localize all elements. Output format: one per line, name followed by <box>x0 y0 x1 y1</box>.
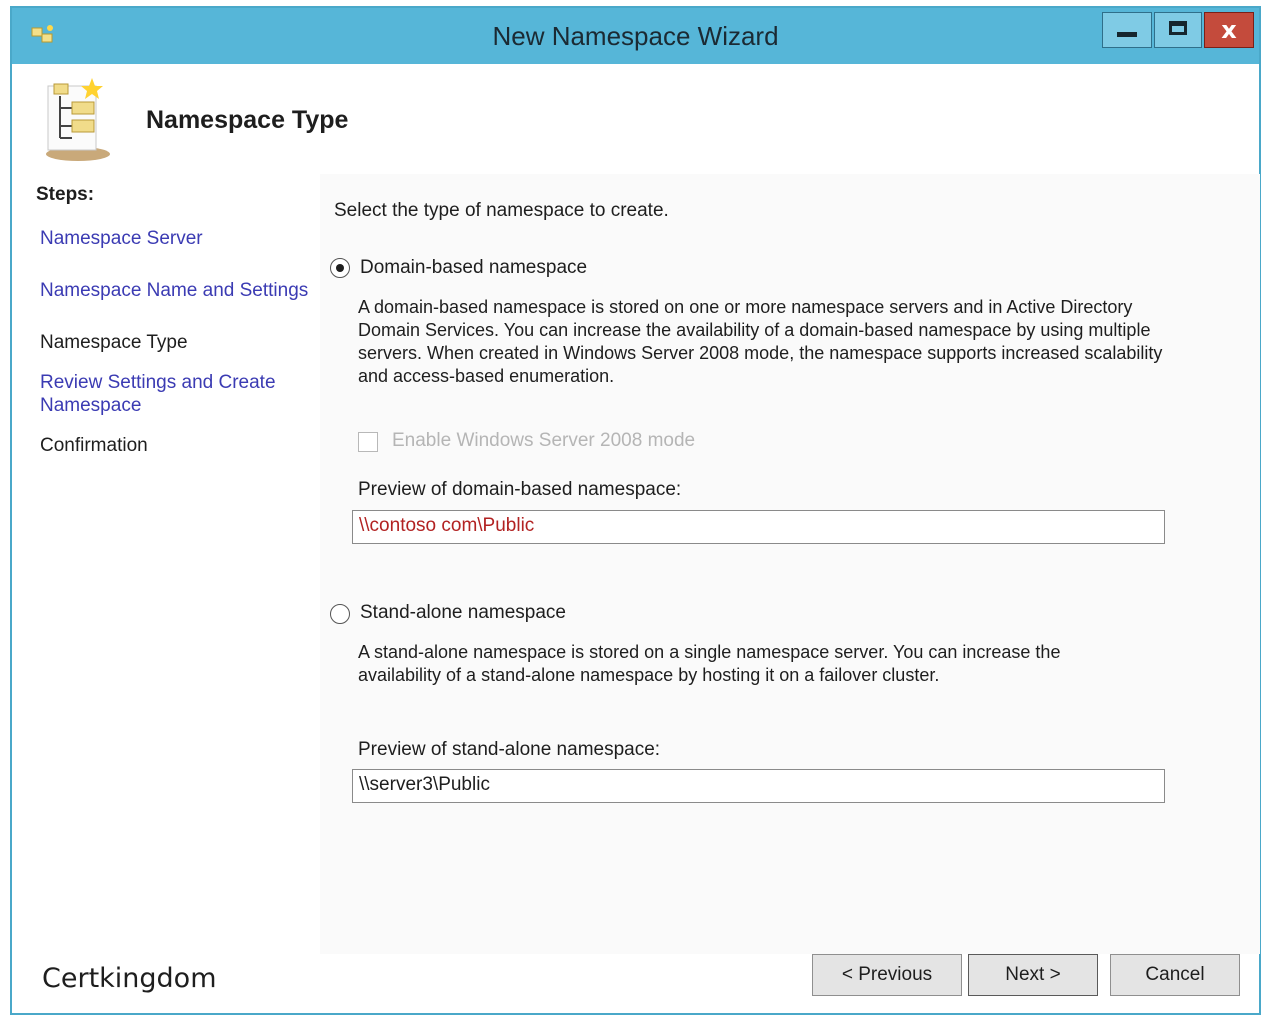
minimize-icon <box>1117 32 1137 37</box>
namespace-tree-icon <box>46 78 110 161</box>
enable-2008-mode-checkbox[interactable] <box>358 432 378 452</box>
cancel-button[interactable]: Cancel <box>1110 954 1240 996</box>
step-namespace-type: Namespace Type <box>40 332 188 353</box>
close-button[interactable]: x <box>1204 12 1254 48</box>
title-bar[interactable]: New Namespace Wizard x <box>12 8 1259 64</box>
content-pane: Select the type of namespace to create. … <box>320 174 1260 954</box>
domain-based-description: A domain-based namespace is stored on on… <box>358 297 1163 386</box>
stand-alone-preview-field[interactable]: \\server3\Public <box>352 769 1165 803</box>
enable-2008-mode-label: Enable Windows Server 2008 mode <box>392 430 696 451</box>
step-confirmation: Confirmation <box>40 435 148 456</box>
next-button[interactable]: Next > <box>968 954 1098 996</box>
steps-pane: Steps: Namespace Server Namespace Name a… <box>12 174 320 954</box>
stand-alone-description: A stand-alone namespace is stored on a s… <box>358 642 1061 685</box>
domain-based-label[interactable]: Domain-based namespace <box>360 257 587 279</box>
maximize-icon <box>1169 21 1187 35</box>
radio-selected-dot <box>336 264 344 272</box>
watermark: Certkingdom <box>42 963 217 994</box>
step-namespace-server[interactable]: Namespace Server <box>40 227 315 250</box>
step-review-settings[interactable]: Review Settings and Create Namespace <box>40 371 290 417</box>
intro-text: Select the type of namespace to create. <box>334 200 669 221</box>
domain-based-radio[interactable] <box>330 258 350 278</box>
minimize-button[interactable] <box>1102 12 1152 48</box>
domain-preview-field[interactable]: \\contoso com\Public <box>352 510 1165 544</box>
maximize-button[interactable] <box>1154 12 1202 48</box>
close-icon: x <box>1221 16 1237 44</box>
domain-preview-label: Preview of domain-based namespace: <box>358 479 682 500</box>
steps-heading: Steps: <box>36 184 95 205</box>
window-title: New Namespace Wizard <box>492 21 779 51</box>
stand-alone-radio[interactable] <box>330 604 350 624</box>
stand-alone-label[interactable]: Stand-alone namespace <box>360 602 566 624</box>
wizard-window: New Namespace Wizard x Namespace Type St… <box>10 6 1261 1015</box>
stand-alone-preview-label: Preview of stand-alone namespace: <box>358 739 661 760</box>
wizard-header: Namespace Type <box>12 64 1259 174</box>
step-namespace-name-settings[interactable]: Namespace Name and Settings <box>40 279 315 302</box>
page-title: Namespace Type <box>146 106 349 134</box>
previous-button[interactable]: < Previous <box>812 954 962 996</box>
